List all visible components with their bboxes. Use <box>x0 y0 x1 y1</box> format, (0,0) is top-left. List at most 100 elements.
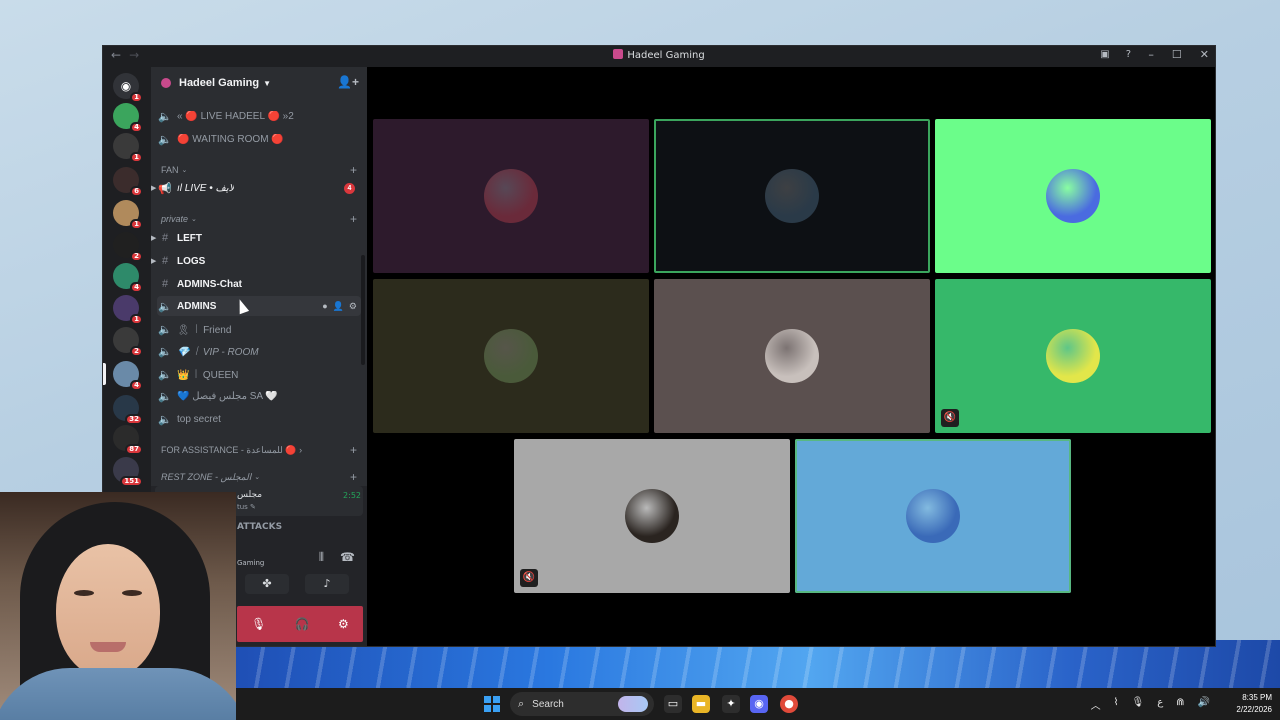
server-icon[interactable]: 2 <box>113 327 143 357</box>
invite-icon[interactable]: 👤 <box>333 301 344 312</box>
video-tile[interactable] <box>373 119 649 273</box>
noise-suppression-icon[interactable]: ⦀ <box>319 550 324 565</box>
category-assistance[interactable]: FOR ASSISTANCE - للمساعدة 🔴 › + <box>161 443 357 457</box>
channel-label: « 🔴 LIVE HADEEL 🔴 »2 <box>177 110 294 122</box>
help-icon[interactable]: ? <box>1126 49 1131 60</box>
activities-button[interactable]: ✤ <box>245 574 289 594</box>
channel-vip-room[interactable]: 🔈 💎 ꒐ VIP - ROOM <box>157 341 361 361</box>
disconnect-icon[interactable]: ☎ <box>340 550 355 565</box>
video-tile[interactable] <box>935 119 1211 273</box>
language-indicator[interactable]: ع <box>1157 697 1163 712</box>
category-fan[interactable]: FAN ⌄ + <box>161 163 357 177</box>
mic-icon[interactable]: 🎙 <box>1131 697 1144 712</box>
server-icon[interactable]: 2 <box>113 232 143 262</box>
channel-queen[interactable]: 🔈 👑 ꒐ QUEEN <box>157 364 361 384</box>
server-icon[interactable]: 32 <box>113 395 143 425</box>
file-explorer-icon[interactable]: ▬ <box>692 695 710 713</box>
volume-icon[interactable]: 🔊 <box>1198 697 1210 712</box>
channel-live-hadeel[interactable]: 🔈 « 🔴 LIVE HADEEL 🔴 »2 <box>157 106 361 126</box>
maximize-icon[interactable]: ☐ <box>1172 48 1182 61</box>
category-private[interactable]: private ⌄ + <box>161 212 357 226</box>
active-server-indicator <box>103 363 106 385</box>
start-icon[interactable] <box>484 696 500 712</box>
category-rest-zone[interactable]: REST ZONE - المجلس ⌄ + <box>161 470 357 484</box>
add-channel-icon[interactable]: + <box>350 470 357 484</box>
server-icon[interactable]: 6 <box>113 167 143 197</box>
network-icon[interactable]: ⌇ <box>1114 697 1119 712</box>
gear-icon[interactable]: ⚙ <box>349 301 357 312</box>
chat-icon[interactable]: ● <box>322 301 327 312</box>
badge: 32 <box>125 414 143 425</box>
channel-live-stage[interactable]: ▶ 📢 ıl LIVE • لايف 4 <box>151 178 361 198</box>
hash-icon: # <box>161 232 169 244</box>
chevron-right-icon: ▶ <box>151 258 157 265</box>
inbox-icon[interactable]: ▣ <box>1100 49 1109 60</box>
clock[interactable]: 8:35 PM 2/22/2026 <box>1236 692 1272 716</box>
soundboard-button[interactable]: ♪ <box>305 574 349 594</box>
server-icon[interactable]: 1 <box>113 133 143 163</box>
speaker-icon: 🔈 <box>158 368 172 381</box>
taskbar-search[interactable]: ⌕ Search <box>510 692 654 716</box>
app-icon[interactable]: ✦ <box>722 695 740 713</box>
unread-count: 4 <box>344 182 355 194</box>
headphones-icon[interactable]: 🎧 <box>295 617 310 631</box>
video-tile[interactable] <box>654 279 930 433</box>
avatar <box>484 169 538 223</box>
webcam-overlay <box>0 492 236 720</box>
avatar <box>625 489 679 543</box>
channel-label: top secret <box>177 413 221 425</box>
server-icon[interactable]: 87 <box>113 425 143 455</box>
voice-status[interactable]: tus ✎ <box>237 503 256 511</box>
voice-icons: ⦀ ☎ <box>319 550 355 565</box>
avatar <box>484 329 538 383</box>
channel-friend[interactable]: 🔈 🎗 ꒐ Friend <box>157 319 361 339</box>
server-icon[interactable]: 151 <box>113 457 143 487</box>
avatar <box>906 489 960 543</box>
channel-left[interactable]: ▶ # LEFT <box>151 228 361 248</box>
server-name: Hadeel Gaming <box>179 77 260 89</box>
chevron-down-icon: ▼ <box>263 78 271 88</box>
channel-top-secret[interactable]: 🔈 top secret <box>157 409 361 429</box>
scrollbar[interactable] <box>361 255 365 365</box>
discord-home-icon[interactable]: ◉ 1 <box>113 73 143 103</box>
channel-label: 💙 مجلس فيصل SA 🤍 <box>177 390 278 402</box>
gear-icon[interactable]: ⚙ <box>338 617 349 631</box>
add-channel-icon[interactable]: + <box>350 212 357 226</box>
server-icon[interactable]: 1 <box>113 200 143 230</box>
stage-icon: 📢 <box>158 182 172 195</box>
chevron-up-icon[interactable]: ︿ <box>1091 697 1101 712</box>
speaker-icon: 🔈 <box>158 413 172 426</box>
voice-timer: 2:52 <box>343 491 361 500</box>
taskbar: ⌕ Search ▭ ▬ ✦ ◉ ● ︿ ⌇ 🎙 ع ⋒ 🔊 8:35 PM 2… <box>236 688 1280 720</box>
category-label: FAN <box>161 165 179 175</box>
add-channel-icon[interactable]: + <box>350 443 357 457</box>
channel-majlis-faisal[interactable]: 🔈 💙 مجلس فيصل SA 🤍 <box>157 386 361 406</box>
add-channel-icon[interactable]: + <box>350 163 357 177</box>
minimize-icon[interactable]: – <box>1148 48 1154 61</box>
mic-icon[interactable]: 🎙 <box>251 617 266 631</box>
video-tile[interactable]: 🔇 <box>514 439 790 593</box>
channel-admins-chat[interactable]: # ADMINS-Chat <box>157 274 361 294</box>
server-icon[interactable]: 1 <box>113 295 143 325</box>
discord-taskbar-icon[interactable]: ◉ <box>750 695 768 713</box>
video-tile[interactable] <box>795 439 1071 593</box>
server-icon[interactable]: 4 <box>113 361 143 391</box>
wifi-icon[interactable]: ⋒ <box>1176 697 1184 712</box>
chrome-icon[interactable]: ● <box>780 695 798 713</box>
badge: 2 <box>130 251 143 262</box>
video-tile[interactable]: 🔇 <box>935 279 1211 433</box>
channel-admins[interactable]: 🔈 ADMINS ● 👤 ⚙ <box>157 296 361 316</box>
server-header[interactable]: Hadeel Gaming ▼ 👤+ <box>151 67 367 99</box>
channel-logs[interactable]: ▶ # LOGS <box>151 251 361 271</box>
video-tile[interactable] <box>373 279 649 433</box>
video-stage: 🔇 🔇 <box>367 67 1215 646</box>
task-view-icon[interactable]: ▭ <box>664 695 682 713</box>
video-tile[interactable] <box>654 119 930 273</box>
channel-waiting-room[interactable]: 🔈 🔴 WAITING ROOM 🔴 <box>157 129 361 149</box>
server-icon[interactable]: 4 <box>113 103 143 133</box>
invite-icon[interactable]: 👤+ <box>337 75 359 89</box>
close-icon[interactable]: ✕ <box>1200 48 1209 61</box>
server-icon <box>161 78 171 88</box>
server-icon[interactable]: 4 <box>113 263 143 293</box>
user-controls: 🎙 🎧 ⚙ <box>237 606 363 642</box>
